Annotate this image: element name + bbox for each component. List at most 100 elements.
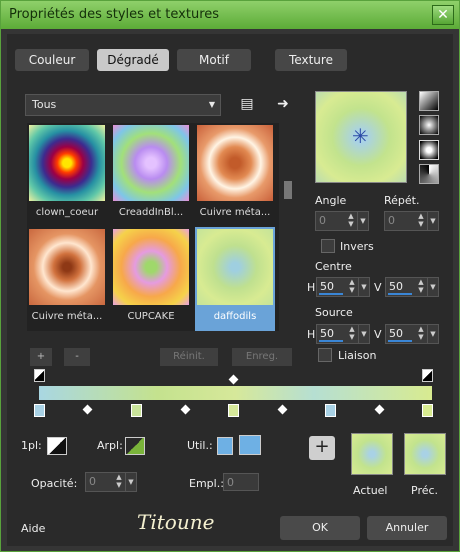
color-stop[interactable]: [325, 404, 336, 417]
chevron-down-icon[interactable]: ▼: [358, 278, 369, 296]
remove-button[interactable]: -: [63, 347, 91, 367]
list-view-icon[interactable]: ▤: [237, 94, 257, 114]
empl-label: Empl.:: [189, 477, 224, 490]
add-button[interactable]: +: [29, 347, 53, 367]
tab-degrade[interactable]: Dégradé: [97, 49, 169, 71]
angle-label: Angle: [315, 194, 347, 207]
reset-button[interactable]: Réinit.: [159, 347, 219, 367]
category-select[interactable]: Tous ▼: [25, 94, 221, 116]
center-label: Centre: [315, 260, 352, 273]
spin-arrows-icon[interactable]: ▲ ▼: [346, 212, 356, 230]
link-checkbox[interactable]: [318, 348, 332, 362]
scrollbar-thumb[interactable]: [284, 181, 292, 199]
center-h-value: 50: [320, 280, 334, 293]
gradient-library: clown_coeur CreaddInBl... Cuivre méta...…: [27, 123, 279, 331]
repeat-value: 0: [388, 214, 395, 227]
gradient-item[interactable]: Cuivre méta...: [27, 227, 107, 331]
center-v-spinbox[interactable]: 50 ▲ ▼ ▼: [385, 277, 439, 297]
opacity-stop-end[interactable]: [422, 369, 433, 382]
chevron-down-icon[interactable]: ▼: [357, 212, 368, 230]
tab-motif[interactable]: Motif: [177, 49, 251, 71]
chevron-down-icon[interactable]: ▼: [427, 212, 438, 230]
spin-arrows-icon[interactable]: ▲ ▼: [114, 473, 124, 491]
help-link[interactable]: Aide: [21, 522, 45, 535]
gradient-item[interactable]: Cuivre méta...: [195, 123, 275, 227]
save-button[interactable]: Enreg.: [231, 347, 293, 367]
color-stop[interactable]: [131, 404, 142, 417]
add-to-swatches-button[interactable]: +: [309, 436, 335, 460]
opacity-label: Opacité:: [31, 477, 78, 490]
gradient-item-selected[interactable]: daffodils: [195, 227, 275, 331]
gradient-thumbnail: [197, 125, 273, 201]
linear-type-button[interactable]: [419, 91, 439, 111]
rectangular-type-button[interactable]: [419, 115, 439, 135]
angular-type-button[interactable]: [419, 164, 439, 184]
empl-field[interactable]: 0: [223, 473, 259, 491]
arrow-right-icon[interactable]: ➜: [273, 94, 293, 114]
chevron-down-icon: ▼: [208, 100, 215, 109]
tab-couleur[interactable]: Couleur: [15, 49, 89, 71]
user-color-swatch-large[interactable]: [239, 435, 261, 455]
previous-swatch[interactable]: [404, 433, 446, 475]
gradient-name: Cuivre méta...: [31, 311, 103, 322]
gradient-item[interactable]: CreaddInBl...: [111, 123, 191, 227]
close-button[interactable]: ✕: [432, 5, 454, 25]
link-label: Liaison: [338, 349, 377, 362]
color-stop[interactable]: [228, 404, 239, 417]
title-bar[interactable]: Propriétés des styles et textures ✕: [1, 1, 459, 29]
source-v-spinbox[interactable]: 50 ▲ ▼ ▼: [385, 324, 439, 344]
gradient-thumbnail: [113, 125, 189, 201]
repeat-label: Répét.: [384, 194, 420, 207]
source-v-label: V: [374, 328, 382, 341]
cancel-button[interactable]: Annuler: [367, 516, 447, 540]
color-stop[interactable]: [422, 404, 433, 417]
spin-arrows-icon[interactable]: ▲ ▼: [416, 212, 426, 230]
opacity-value: 0: [89, 475, 96, 488]
tab-texture[interactable]: Texture: [275, 49, 347, 71]
invert-checkbox[interactable]: [321, 239, 335, 253]
gradient-thumbnail: [29, 125, 105, 201]
angle-value: 0: [319, 214, 326, 227]
spin-arrows-icon[interactable]: ▲ ▼: [416, 325, 426, 343]
gradient-item[interactable]: CUPCAKE: [111, 227, 191, 331]
chevron-down-icon[interactable]: ▼: [125, 473, 136, 491]
current-swatch[interactable]: [351, 433, 393, 475]
center-h-spinbox[interactable]: 50 ▲ ▼ ▼: [316, 277, 370, 297]
center-marker-icon[interactable]: ✳: [352, 124, 369, 148]
gradient-bar[interactable]: [39, 386, 432, 400]
chevron-down-icon[interactable]: ▼: [427, 325, 438, 343]
source-h-value: 50: [320, 327, 334, 340]
center-v-value: 50: [389, 280, 403, 293]
source-h-spinbox[interactable]: 50 ▲ ▼ ▼: [316, 324, 370, 344]
angle-spinbox[interactable]: 0 ▲ ▼ ▼: [315, 211, 369, 231]
util-label: Util.:: [187, 439, 213, 452]
gradient-name: CreaddInBl...: [118, 207, 184, 218]
repeat-spinbox[interactable]: 0 ▲ ▼ ▼: [384, 211, 439, 231]
gradient-name: clown_coeur: [35, 207, 99, 218]
opacity-spinbox[interactable]: 0 ▲ ▼ ▼: [85, 472, 137, 492]
gradient-item[interactable]: clown_coeur: [27, 123, 107, 227]
value-bar: [388, 340, 412, 342]
spin-arrows-icon[interactable]: ▲ ▼: [347, 325, 357, 343]
signature-watermark: Titoune: [137, 510, 215, 534]
background-swatch[interactable]: [125, 437, 145, 455]
gradient-thumbnail: [29, 229, 105, 305]
source-h-label: H: [307, 328, 316, 341]
chevron-down-icon[interactable]: ▼: [427, 278, 438, 296]
spin-arrows-icon[interactable]: ▲ ▼: [347, 278, 357, 296]
chevron-down-icon[interactable]: ▼: [358, 325, 369, 343]
gradient-preview[interactable]: ✳: [315, 91, 407, 183]
spin-arrows-icon[interactable]: ▲ ▼: [416, 278, 426, 296]
color-stop[interactable]: [34, 404, 45, 417]
center-v-label: V: [374, 281, 382, 294]
library-scrollbar[interactable]: [283, 123, 293, 331]
source-v-value: 50: [389, 327, 403, 340]
ok-button[interactable]: OK: [280, 516, 360, 540]
foreground-swatch[interactable]: [47, 437, 67, 455]
opacity-stop-start[interactable]: [34, 369, 45, 382]
user-color-swatch[interactable]: [217, 437, 233, 455]
center-h-label: H: [307, 281, 316, 294]
radial-type-button[interactable]: [419, 140, 439, 160]
value-bar: [388, 293, 412, 295]
empl-value: 0: [227, 476, 234, 489]
